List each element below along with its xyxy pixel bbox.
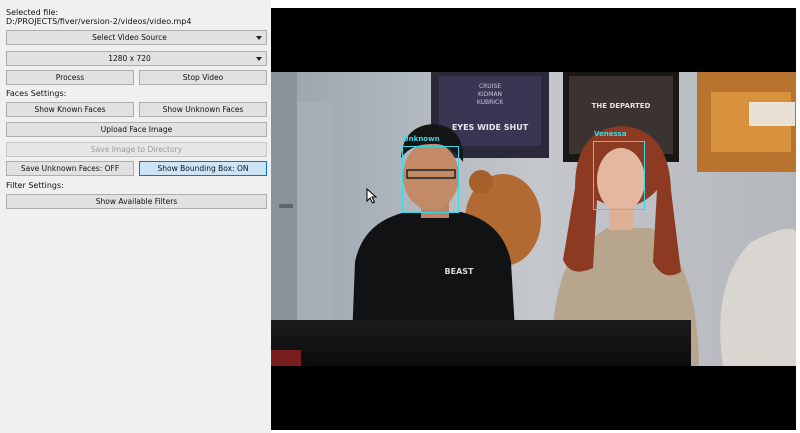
show-filters-button[interactable]: Show Available Filters bbox=[6, 194, 267, 209]
video-scene: CRUISE KIDMAN KUBRICK EYES WIDE SHUT THE… bbox=[271, 72, 796, 366]
shirt-logo: BEAST bbox=[445, 267, 475, 276]
door bbox=[297, 102, 333, 322]
video-display: CRUISE KIDMAN KUBRICK EYES WIDE SHUT THE… bbox=[271, 8, 796, 430]
poster-line-2: KIDMAN bbox=[478, 91, 502, 98]
table bbox=[271, 320, 691, 366]
woman-neck bbox=[609, 208, 633, 230]
teddy-ear bbox=[469, 170, 493, 194]
faces-settings-label: Faces Settings: bbox=[6, 89, 67, 98]
poster-title: EYES WIDE SHUT bbox=[452, 123, 529, 132]
video-source-select-label: Select Video Source bbox=[92, 33, 167, 42]
poster-orange-label bbox=[749, 102, 795, 126]
face-bounding-box-unknown bbox=[402, 146, 459, 213]
selected-file-path: D:/PROJECTS/fiver/version-2/videos/video… bbox=[6, 17, 192, 26]
table-edge-red bbox=[271, 350, 301, 366]
chevron-down-icon bbox=[256, 57, 262, 61]
resolution-select[interactable]: 1280 x 720 bbox=[6, 51, 267, 66]
chevron-down-icon bbox=[256, 36, 262, 40]
upload-face-image-button[interactable]: Upload Face Image bbox=[6, 122, 267, 137]
face-label-unknown: Unknown bbox=[403, 135, 440, 143]
show-known-faces-button[interactable]: Show Known Faces bbox=[6, 102, 134, 117]
poster-line-3: KUBRICK bbox=[477, 99, 504, 106]
control-panel: Selected file: D:/PROJECTS/fiver/version… bbox=[0, 0, 271, 433]
filter-settings-label: Filter Settings: bbox=[6, 181, 64, 190]
door-handle bbox=[279, 204, 293, 208]
mouse-cursor-icon bbox=[366, 188, 378, 204]
save-unknown-faces-toggle[interactable]: Save Unknown Faces: OFF bbox=[6, 161, 134, 176]
video-frame: CRUISE KIDMAN KUBRICK EYES WIDE SHUT THE… bbox=[271, 72, 796, 366]
app-window: Selected file: D:/PROJECTS/fiver/version… bbox=[0, 0, 800, 433]
show-bounding-box-toggle[interactable]: Show Bounding Box: ON bbox=[139, 161, 267, 176]
face-bounding-box-venessa bbox=[593, 141, 645, 210]
resolution-select-label: 1280 x 720 bbox=[108, 54, 151, 63]
stop-video-button[interactable]: Stop Video bbox=[139, 70, 267, 85]
video-source-select[interactable]: Select Video Source bbox=[6, 30, 267, 45]
show-unknown-faces-button[interactable]: Show Unknown Faces bbox=[139, 102, 267, 117]
selected-file-label: Selected file: bbox=[6, 8, 59, 17]
poster-line-1: CRUISE bbox=[479, 83, 501, 90]
face-label-venessa: Venessa bbox=[594, 130, 627, 138]
process-button[interactable]: Process bbox=[6, 70, 134, 85]
save-image-button[interactable]: Save Image to Directory bbox=[6, 142, 267, 157]
poster-departed-title: THE DEPARTED bbox=[592, 102, 651, 110]
